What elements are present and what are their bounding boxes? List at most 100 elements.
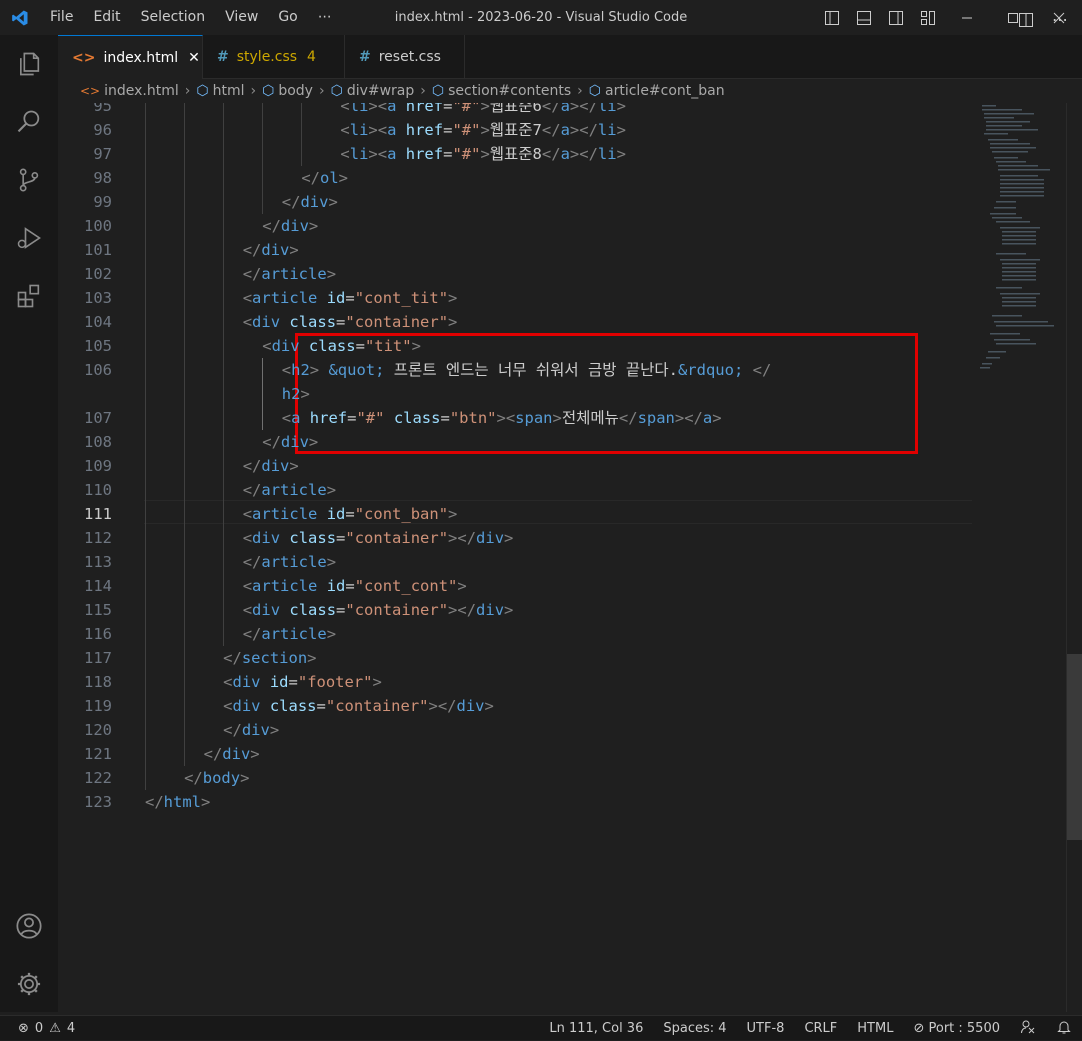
indent-guide (262, 382, 264, 406)
cursor-position[interactable]: Ln 111, Col 36 (549, 1021, 643, 1036)
code-token: "footer" (297, 673, 373, 691)
code-line[interactable]: 97 <li><a href="#">웹표준8</a></li> (58, 142, 972, 166)
code-line[interactable]: 119 <div class="container"></div> (58, 694, 972, 718)
code-editor[interactable]: 95 <li><a href="#">웹표준6</a></li> 96 <li><a … (58, 103, 1082, 1012)
code-token: < (340, 145, 350, 163)
code-line[interactable]: 98 </ol> (58, 166, 972, 190)
code-line[interactable]: 117 </section> (58, 646, 972, 670)
no-entry-icon: ⊘ (913, 1021, 929, 1036)
breadcrumb-item[interactable]: section#contents (448, 83, 571, 99)
code-token: article (261, 481, 327, 499)
breadcrumb-item[interactable]: article#cont_ban (605, 83, 725, 99)
chevron-right-icon: › (577, 83, 583, 99)
code-text: </div> (223, 718, 279, 742)
code-line[interactable]: h2> (58, 382, 972, 406)
indent-guide (184, 598, 186, 622)
menu-item[interactable]: File (40, 0, 83, 35)
live-server-port[interactable]: ⊘ Port : 5500 (913, 1021, 1000, 1036)
indent-guide (301, 118, 303, 142)
code-line[interactable]: 123 </html> (58, 790, 972, 814)
encoding[interactable]: UTF-8 (747, 1021, 785, 1036)
code-text: <div class="container"></div> (243, 526, 514, 550)
explorer-icon[interactable] (0, 35, 58, 93)
code-token: > (504, 601, 514, 619)
code-token: li (349, 145, 369, 163)
code-line[interactable]: 105 <div class="tit"> (58, 334, 972, 358)
toggle-panel-icon[interactable] (848, 0, 880, 35)
menu-item[interactable]: View (215, 0, 268, 35)
run-and-debug-icon[interactable] (0, 209, 58, 267)
code-line[interactable]: 108 </div> (58, 430, 972, 454)
code-token: = (288, 673, 298, 691)
tab-index-html[interactable]: <> index.html ✕ (58, 35, 203, 79)
code-line[interactable]: 111 <article id="cont_ban"> (58, 502, 972, 526)
tab-reset-css[interactable]: # reset.css (345, 35, 465, 79)
code-token: > (480, 121, 490, 139)
accounts-icon[interactable] (0, 897, 58, 955)
code-line[interactable]: 116 </article> (58, 622, 972, 646)
code-token: "#" (356, 409, 385, 427)
more-actions-icon[interactable]: ⋯ (1052, 12, 1068, 32)
split-editor-icon[interactable] (1018, 12, 1034, 32)
close-tab-icon[interactable]: ✕ (188, 50, 200, 66)
customize-layout-icon[interactable] (912, 0, 944, 35)
indent-guide (145, 310, 146, 334)
feedback-icon[interactable] (1020, 1019, 1036, 1039)
notifications-bell-icon[interactable] (1056, 1019, 1072, 1039)
code-line[interactable]: 100 </div> (58, 214, 972, 238)
code-token: div (271, 337, 300, 355)
code-line[interactable]: 95 <li><a href="#">웹표준6</a></li> (58, 103, 972, 118)
code-text: <div class="container"> (243, 310, 458, 334)
line-number: 121 (84, 745, 112, 763)
code-line[interactable]: 104 <div class="container"> (58, 310, 972, 334)
code-token: article (252, 289, 318, 307)
breadcrumb-item[interactable]: body (278, 83, 313, 99)
menu-item[interactable]: ⋯ (308, 0, 342, 35)
code-line[interactable]: 106 <h2> &quot; 프론트 엔드는 너무 쉬워서 금방 끝난다.&rd… (58, 358, 972, 382)
code-token: &rdquo; (677, 361, 744, 379)
problems-indicator[interactable]: ⊗ 0 ⚠ 4 (0, 1021, 75, 1036)
code-line[interactable]: 110 </article> (58, 478, 972, 502)
breadcrumb-item[interactable]: div#wrap (347, 83, 414, 99)
line-number: 100 (84, 217, 112, 235)
code-token: > (240, 769, 250, 787)
source-control-icon[interactable] (0, 151, 58, 209)
vertical-scrollbar[interactable] (1066, 103, 1082, 1012)
code-line[interactable]: 112 <div class="container"></div> (58, 526, 972, 550)
line-ending[interactable]: CRLF (804, 1021, 837, 1036)
code-line[interactable]: 121 </div> (58, 742, 972, 766)
code-token: </ (242, 481, 262, 499)
scrollbar-thumb[interactable] (1067, 654, 1082, 840)
extensions-icon[interactable] (0, 267, 58, 325)
code-line[interactable]: 99 </div> (58, 190, 972, 214)
indent-guide (301, 142, 303, 166)
code-line[interactable]: 101 </div> (58, 238, 972, 262)
indentation[interactable]: Spaces: 4 (663, 1021, 726, 1036)
language-mode[interactable]: HTML (857, 1021, 893, 1036)
menu-item[interactable]: Selection (131, 0, 216, 35)
line-number: 122 (84, 769, 112, 787)
breadcrumb-item[interactable]: html (213, 83, 245, 99)
code-line[interactable]: 122 </body> (58, 766, 972, 790)
search-icon[interactable] (0, 93, 58, 151)
breadcrumb-item[interactable]: index.html (104, 83, 179, 99)
toggle-primary-sidebar-icon[interactable] (816, 0, 848, 35)
tab-style-css[interactable]: # style.css 4 (203, 35, 345, 79)
code-line[interactable]: 109 </div> (58, 454, 972, 478)
toggle-secondary-sidebar-icon[interactable] (880, 0, 912, 35)
code-line[interactable]: 114 <article id="cont_cont"> (58, 574, 972, 598)
code-line[interactable]: 107 <a href="#" class="btn"><span>전체메뉴</s… (58, 406, 972, 430)
code-line[interactable]: 103 <article id="cont_tit"> (58, 286, 972, 310)
code-line[interactable]: 115 <div class="container"></div> (58, 598, 972, 622)
code-line[interactable]: 120 </div> (58, 718, 972, 742)
menu-item[interactable]: Go (268, 0, 307, 35)
minimize-button[interactable] (944, 0, 990, 35)
code-line[interactable]: 102 </article> (58, 262, 972, 286)
minimap[interactable] (976, 103, 1066, 1012)
code-line[interactable]: 113 </article> (58, 550, 972, 574)
manage-gear-icon[interactable] (0, 955, 58, 1013)
code-line[interactable]: 96 <li><a href="#">웹표준7</a></li> (58, 118, 972, 142)
code-line[interactable]: 118 <div id="footer"> (58, 670, 972, 694)
menu-item[interactable]: Edit (83, 0, 130, 35)
